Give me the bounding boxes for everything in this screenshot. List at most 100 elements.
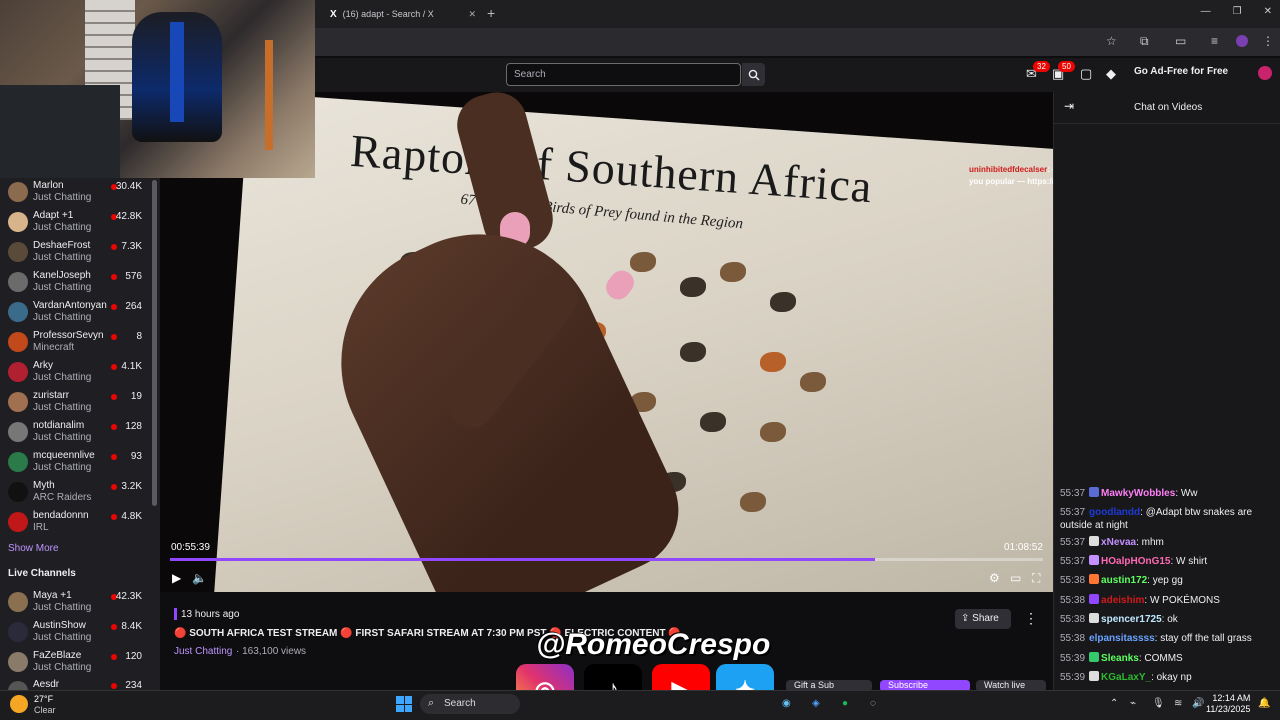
category-link[interactable]: Just Chatting [174, 646, 232, 657]
seek-bar[interactable] [170, 558, 1043, 561]
weather-condition: Clear [34, 705, 56, 715]
live-channel[interactable]: Maya +1 Just Chatting 42.3K [0, 588, 152, 618]
collapse-chat-icon[interactable]: ⇥ [1064, 99, 1074, 113]
sidebar-channel[interactable]: mcqueennlive Just Chatting 93 [0, 448, 152, 478]
live-channel[interactable]: FaZeBlaze Just Chatting 120 [0, 648, 152, 678]
settings-gear-icon[interactable]: ⚙ [989, 571, 1000, 585]
tray-overflow-icon[interactable]: ⌃ [1110, 698, 1118, 709]
microphone-icon[interactable]: 🎙 [1152, 698, 1165, 709]
search-icon: ⌕ [428, 697, 435, 709]
total-time: 01:08:52 [1004, 542, 1043, 553]
volume-icon[interactable]: 🔈 [192, 571, 207, 585]
browser-menu-icon[interactable]: ⋮ [1262, 34, 1274, 48]
whispers-icon[interactable]: ▢ [1080, 66, 1092, 82]
minimize-button[interactable]: — [1201, 6, 1211, 17]
channel-avatar [8, 242, 28, 262]
weather-icon[interactable] [10, 695, 28, 713]
sidebar-channel[interactable]: Arky Just Chatting 4.1K [0, 358, 152, 388]
live-dot-icon [111, 394, 117, 400]
channel-avatar [8, 272, 28, 292]
notification-bell-icon[interactable]: 🔔 [1258, 698, 1270, 709]
channel-avatar [8, 302, 28, 322]
more-options-icon[interactable]: ⋮ [1024, 610, 1038, 627]
play-icon[interactable]: ▶ [172, 571, 181, 585]
x-logo-icon: X [330, 8, 337, 20]
channel-avatar [8, 452, 28, 472]
live-dot-icon [111, 484, 117, 490]
live-channel[interactable]: AustinShow Just Chatting 8.4K [0, 618, 152, 648]
sidebar-channel[interactable]: Adapt +1 Just Chatting 42.8K [0, 208, 152, 238]
creator-watermark: @RomeoCrespo [536, 628, 771, 661]
channel-avatar [8, 652, 28, 672]
theatre-mode-icon[interactable]: ▭ [1010, 571, 1021, 585]
live-dot-icon [111, 244, 117, 250]
tab-title: (16) adapt - Search / X [342, 9, 434, 19]
live-dot-icon [111, 364, 117, 370]
sidebar-channel[interactable]: notdianalim Just Chatting 128 [0, 418, 152, 448]
taskbar-search[interactable]: Search [420, 694, 520, 714]
close-window-button[interactable]: ✕ [1264, 6, 1272, 17]
sidebar-channel[interactable]: ProfessorSevyn Minecraft 8 [0, 328, 152, 358]
maximize-button[interactable]: ❐ [1233, 6, 1242, 17]
live-dot-icon [111, 424, 117, 430]
sidebar-scrollbar[interactable] [152, 180, 157, 506]
fullscreen-icon[interactable]: ⛶ [1032, 571, 1040, 586]
sidebar-channel[interactable]: DeshaeFrost Just Chatting 7.3K [0, 238, 152, 268]
followed-channels-sidebar: Marlon Just Chatting 30.4K Adapt +1 Just Ch… [0, 178, 160, 701]
wifi-icon[interactable]: ≋ [1174, 698, 1182, 709]
search-button[interactable] [742, 63, 765, 86]
live-dot-icon [111, 304, 117, 310]
ad-free-button[interactable]: Go Ad-Free for Free [1134, 66, 1228, 77]
sidebar-channel[interactable]: zuristarr Just Chatting 19 [0, 388, 152, 418]
close-tab-icon[interactable]: ✕ [468, 9, 476, 20]
volume-tray-icon[interactable]: 🔊 [1192, 698, 1204, 709]
chat-message: 55:38 austin172: yep gg [1060, 574, 1183, 586]
bookmark-star-icon[interactable]: ☆ [1106, 34, 1117, 48]
chat-message: 55:39 Sleanks: COMMS [1060, 652, 1183, 664]
channel-avatar [8, 212, 28, 232]
sidebar-channel[interactable]: Myth ARC Raiders 3.2K [0, 478, 152, 508]
system-clock[interactable]: 12:14 AM 11/23/2025 [1206, 693, 1250, 715]
spotify-icon[interactable]: ● [842, 698, 848, 709]
share-icon: ⇪ [961, 613, 973, 624]
show-more-link[interactable]: Show More [8, 543, 59, 554]
browser-tab[interactable]: X (16) adapt - Search / X ✕ [322, 2, 482, 26]
live-dot-icon [111, 654, 117, 660]
clock-time: 12:14 AM [1212, 693, 1251, 703]
chat-message: 55:38 adeishim: W POKÉMONS [1060, 594, 1220, 606]
steam-icon[interactable]: ◉ [782, 698, 791, 709]
channel-avatar [8, 422, 28, 442]
extensions-icon[interactable]: ⧉ [1140, 34, 1149, 49]
seek-bar-fill [170, 558, 876, 561]
upload-age: 13 hours ago [181, 609, 240, 620]
windows-start-icon[interactable] [396, 696, 412, 712]
weather-temp: 27°F [34, 694, 54, 704]
window-controls: — ❐ ✕ [1201, 6, 1272, 17]
live-channels-header: Live Channels [8, 568, 76, 579]
sidebar-channel[interactable]: Marlon Just Chatting 30.4K [0, 178, 152, 208]
new-tab-button[interactable]: + [487, 5, 495, 21]
current-time: 00:55:39 [171, 542, 210, 553]
user-avatar[interactable] [1258, 66, 1272, 80]
sidebar-channel[interactable]: bendadonnn IRL 4.8K [0, 508, 152, 538]
browser-toolbar [315, 28, 1280, 56]
reading-list-icon[interactable]: ≡ [1211, 34, 1218, 48]
bits-icon[interactable]: ◆ [1106, 66, 1116, 82]
copilot-icon[interactable]: ◈ [812, 698, 820, 709]
chat-message: 55:37 HOalpHOnG15: W shirt [1060, 555, 1208, 567]
app-icon[interactable]: ◌ [870, 698, 876, 709]
sidebar-channel[interactable]: KanelJoseph Just Chatting 576 [0, 268, 152, 298]
channel-avatar [8, 512, 28, 532]
search-input[interactable]: Search [506, 63, 741, 86]
sidebar-channel[interactable]: VardanAntonyan Just Chatting 264 [0, 298, 152, 328]
chat-message: 55:39 KGaLaxY_: okay np [1060, 671, 1192, 683]
share-button[interactable]: ⇪ Share [955, 609, 1011, 629]
live-dot-icon [111, 514, 117, 520]
cast-icon[interactable]: ▭ [1175, 34, 1186, 48]
network-icon[interactable]: ⌁ [1130, 698, 1136, 709]
channel-avatar [8, 622, 28, 642]
clock-date: 11/23/2025 [1206, 704, 1251, 714]
live-dot-icon [111, 274, 117, 280]
profile-avatar-icon[interactable] [1236, 35, 1248, 47]
chat-message: 55:38 elpansitassss: stay off the tall gr… [1060, 633, 1252, 644]
